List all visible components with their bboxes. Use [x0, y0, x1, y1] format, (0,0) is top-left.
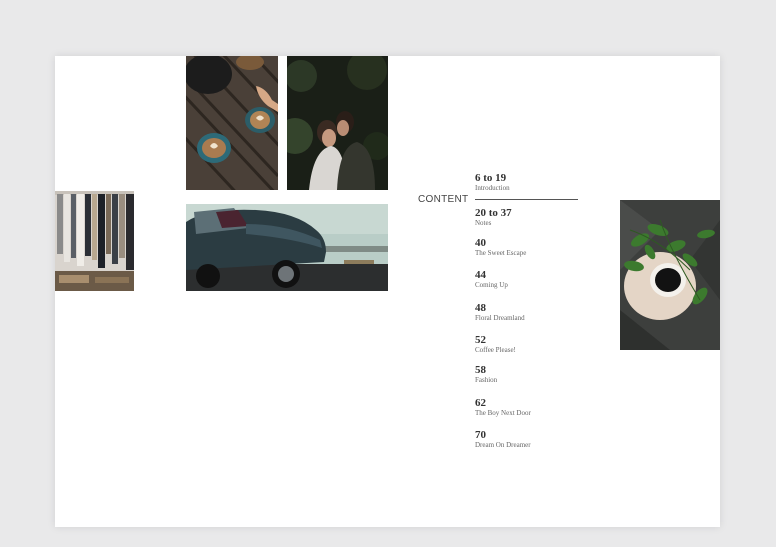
toc-page-number: 44	[475, 269, 486, 281]
toc-section-title: The Sweet Escape	[475, 249, 527, 257]
magazine-page: CONTENT 6 to 19 Introduction 20 to 37 Notes…	[55, 56, 720, 527]
toc-entry: 20 to 37 Notes	[475, 207, 512, 228]
toc-entry: 62 The Boy Next Door	[475, 397, 531, 418]
toc-page-number: 40	[475, 237, 486, 249]
toc-entry: 48 Floral Dreamland	[475, 302, 525, 323]
toc-section-title: Introduction	[475, 184, 510, 192]
toc-section-title: The Boy Next Door	[475, 409, 531, 417]
toc-page-number: 20 to 37	[475, 207, 512, 219]
couple-photo	[287, 56, 388, 190]
toc-entry: 58 Fashion	[475, 364, 497, 385]
toc-section-title: Coming Up	[475, 281, 508, 289]
vintage-car-photo	[186, 204, 388, 291]
toc-page-number: 70	[475, 429, 486, 441]
toc-entry: 44 Coming Up	[475, 269, 508, 290]
toc-entry: 40 The Sweet Escape	[475, 237, 526, 258]
toc-page-number: 58	[475, 364, 486, 376]
clothes-rack-photo	[55, 191, 134, 291]
toc-section-title: Notes	[475, 219, 492, 227]
toc-divider	[475, 199, 578, 200]
content-heading: CONTENT	[418, 194, 469, 205]
toc-entry: 6 to 19 Introduction	[475, 172, 510, 193]
toc-page-number: 52	[475, 334, 486, 346]
toc-section-title: Coffee Please!	[475, 346, 516, 354]
toc-section-title: Dream On Dreamer	[475, 441, 531, 449]
toc-page-number: 6 to 19	[475, 172, 507, 184]
toc-entry: 70 Dream On Dreamer	[475, 429, 531, 450]
toc-page-number: 62	[475, 397, 486, 409]
coffee-table-photo	[186, 56, 278, 190]
toc-entry: 52 Coffee Please!	[475, 334, 516, 355]
toc-section-title: Floral Dreamland	[475, 314, 525, 322]
toc-section-title: Fashion	[475, 376, 498, 384]
toc-page-number: 48	[475, 302, 486, 314]
coffee-cup-photo	[620, 200, 720, 350]
